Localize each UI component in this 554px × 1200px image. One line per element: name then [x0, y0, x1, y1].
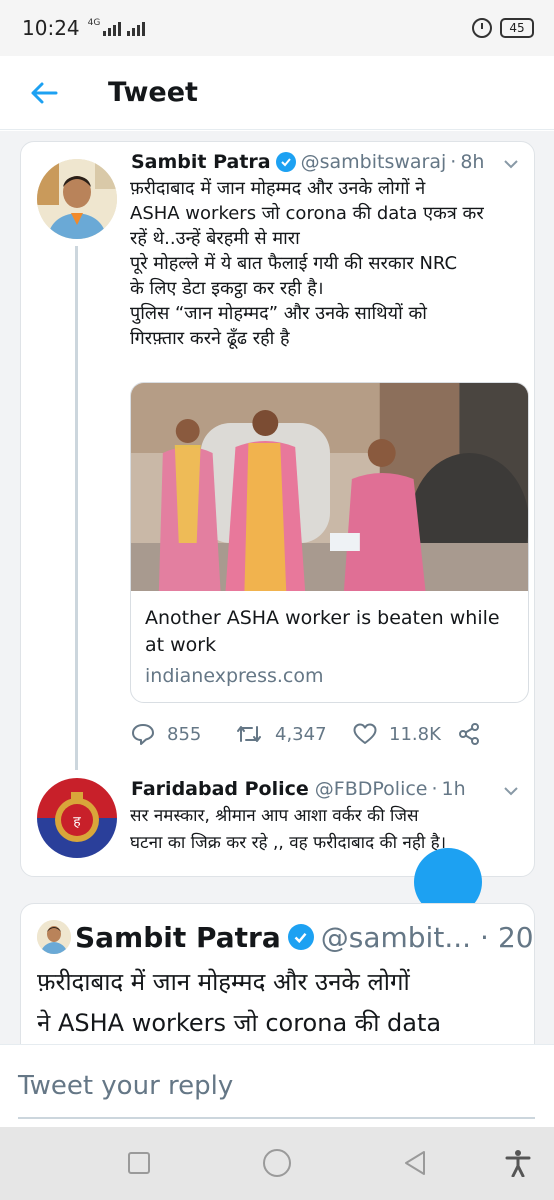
system-nav-bar [0, 1127, 554, 1200]
back-icon [405, 1151, 425, 1175]
page-title: Tweet [108, 77, 198, 108]
author-handle[interactable]: @FBDPolice [315, 778, 428, 800]
like-button[interactable]: 11.8K [353, 723, 457, 745]
accessibility-icon [505, 1150, 531, 1177]
battery-icon: 45 [500, 18, 534, 38]
tweet-time: 20h [497, 920, 534, 954]
reply-composer: Tweet your reply [0, 1044, 554, 1127]
tweet-card[interactable]: Sambit Patra @sambitswaraj · 8h फ़रीदाबा… [20, 141, 535, 877]
arrow-back-icon [31, 82, 58, 103]
like-icon [353, 723, 377, 744]
chevron-down-icon[interactable] [502, 155, 520, 173]
retweet-icon [237, 726, 261, 742]
reply-count: 855 [167, 723, 202, 745]
tweet-text: फ़रीदाबाद में जान मोहम्मद और उनके लोगों … [130, 176, 530, 351]
input-underline [18, 1117, 535, 1119]
tweet-time: 8h [460, 151, 485, 173]
author-handle[interactable]: @sambit... [321, 921, 471, 954]
share-button[interactable] [457, 722, 481, 746]
tweet-meta: Sambit Patra @sambitswaraj · 8h [131, 148, 484, 176]
quoted-meta: Sambit Patra @sambit... · 20h [75, 918, 534, 956]
signal-icon [103, 20, 122, 36]
status-time: 10:24 [22, 16, 80, 40]
tweet-text-line: पुलिस “जान मोहम्मद” और उनके साथियों को [130, 303, 427, 324]
signal-icon-2 [127, 20, 146, 36]
tweet-text-line: फ़रीदाबाद में जान मोहम्मद और उनके लोगों … [130, 178, 426, 199]
author-handle[interactable]: @sambitswaraj [301, 151, 447, 173]
article-photo [131, 383, 528, 591]
top-app-bar: Tweet [0, 56, 554, 130]
reply-meta: Faridabad Police @FBDPolice · 1h [131, 775, 466, 803]
reply-button[interactable]: 855 [131, 722, 235, 746]
tweet-text-line: के लिए डेटा इकट्ठा कर रही है। [130, 278, 324, 299]
like-count: 11.8K [389, 723, 441, 745]
quoted-text: फ़रीदाबाद में जान मोहम्मद और उनके लोगों … [37, 962, 532, 1044]
avatar[interactable] [37, 159, 117, 239]
accessibility-button[interactable] [500, 1145, 536, 1181]
meta-separator: · [431, 778, 438, 800]
verified-icon [287, 924, 314, 950]
share-icon [459, 723, 479, 745]
home-icon [263, 1149, 291, 1177]
recents-icon [128, 1152, 150, 1174]
meta-separator: · [480, 920, 489, 954]
retweet-button[interactable]: 4,347 [235, 722, 353, 746]
meta-separator: · [450, 151, 457, 173]
tweet-text-line: फ़रीदाबाद में जान मोहम्मद और उनके लोगों [37, 968, 410, 996]
tweet-thread[interactable]: Sambit Patra @sambitswaraj · 8h फ़रीदाबा… [0, 131, 554, 1044]
nav-back-button[interactable] [397, 1145, 433, 1181]
recents-button[interactable] [121, 1145, 157, 1181]
tweet-text-line: ASHA workers जो corona की data एकत्र कर [130, 203, 484, 224]
chevron-down-icon[interactable] [502, 782, 520, 800]
link-title: Another ASHA worker is beaten while at w… [145, 607, 500, 656]
author-name[interactable]: Sambit Patra [131, 151, 271, 173]
thread-connector [75, 246, 78, 770]
link-preview-card[interactable]: Another ASHA worker is beaten while at w… [130, 382, 529, 703]
network-type: 4G [87, 18, 101, 28]
tweet-actions: 855 4,347 11.8K [131, 717, 511, 751]
avatar[interactable] [37, 920, 71, 954]
tweet-text-line: घटना का जिक्र कर रहे ,, वह फरीदाबाद की न… [130, 833, 447, 853]
tweet-text-line: ने ASHA workers जो corona की data [37, 1009, 442, 1037]
tweet-text-line: पूरे मोहल्ले में ये बात फैलाई गयी की सरक… [130, 253, 458, 274]
quoted-tweet-card[interactable]: Sambit Patra @sambit... · 20h फ़रीदाबाद … [20, 903, 535, 1044]
back-button[interactable] [14, 63, 74, 123]
avatar[interactable]: ह [37, 778, 117, 858]
reply-input[interactable]: Tweet your reply [18, 1071, 233, 1101]
battery-level: 45 [509, 21, 525, 35]
tweet-time: 1h [441, 778, 466, 800]
link-domain: indianexpress.com [145, 665, 324, 687]
verified-icon [275, 152, 296, 172]
status-bar: 10:24 4G 45 [0, 0, 554, 56]
author-name[interactable]: Faridabad Police [131, 778, 309, 800]
author-name[interactable]: Sambit Patra [75, 921, 281, 954]
retweet-count: 4,347 [275, 723, 327, 745]
reply-text: सर नमस्कार, श्रीमान आप आशा वर्कर की जिस … [130, 803, 530, 857]
reply-icon [132, 724, 154, 745]
svg-text:ह: ह [73, 814, 81, 830]
home-button[interactable] [259, 1145, 295, 1181]
tweet-text-line: सर नमस्कार, श्रीमान आप आशा वर्कर की जिस [130, 806, 419, 826]
tweet-text-line: रहें थे..उन्हें बेरहमी से मारा [130, 228, 300, 249]
alarm-icon [472, 18, 492, 38]
tweet-text-line: गिरफ़्तार करने ढूँढ रही है [130, 328, 290, 349]
